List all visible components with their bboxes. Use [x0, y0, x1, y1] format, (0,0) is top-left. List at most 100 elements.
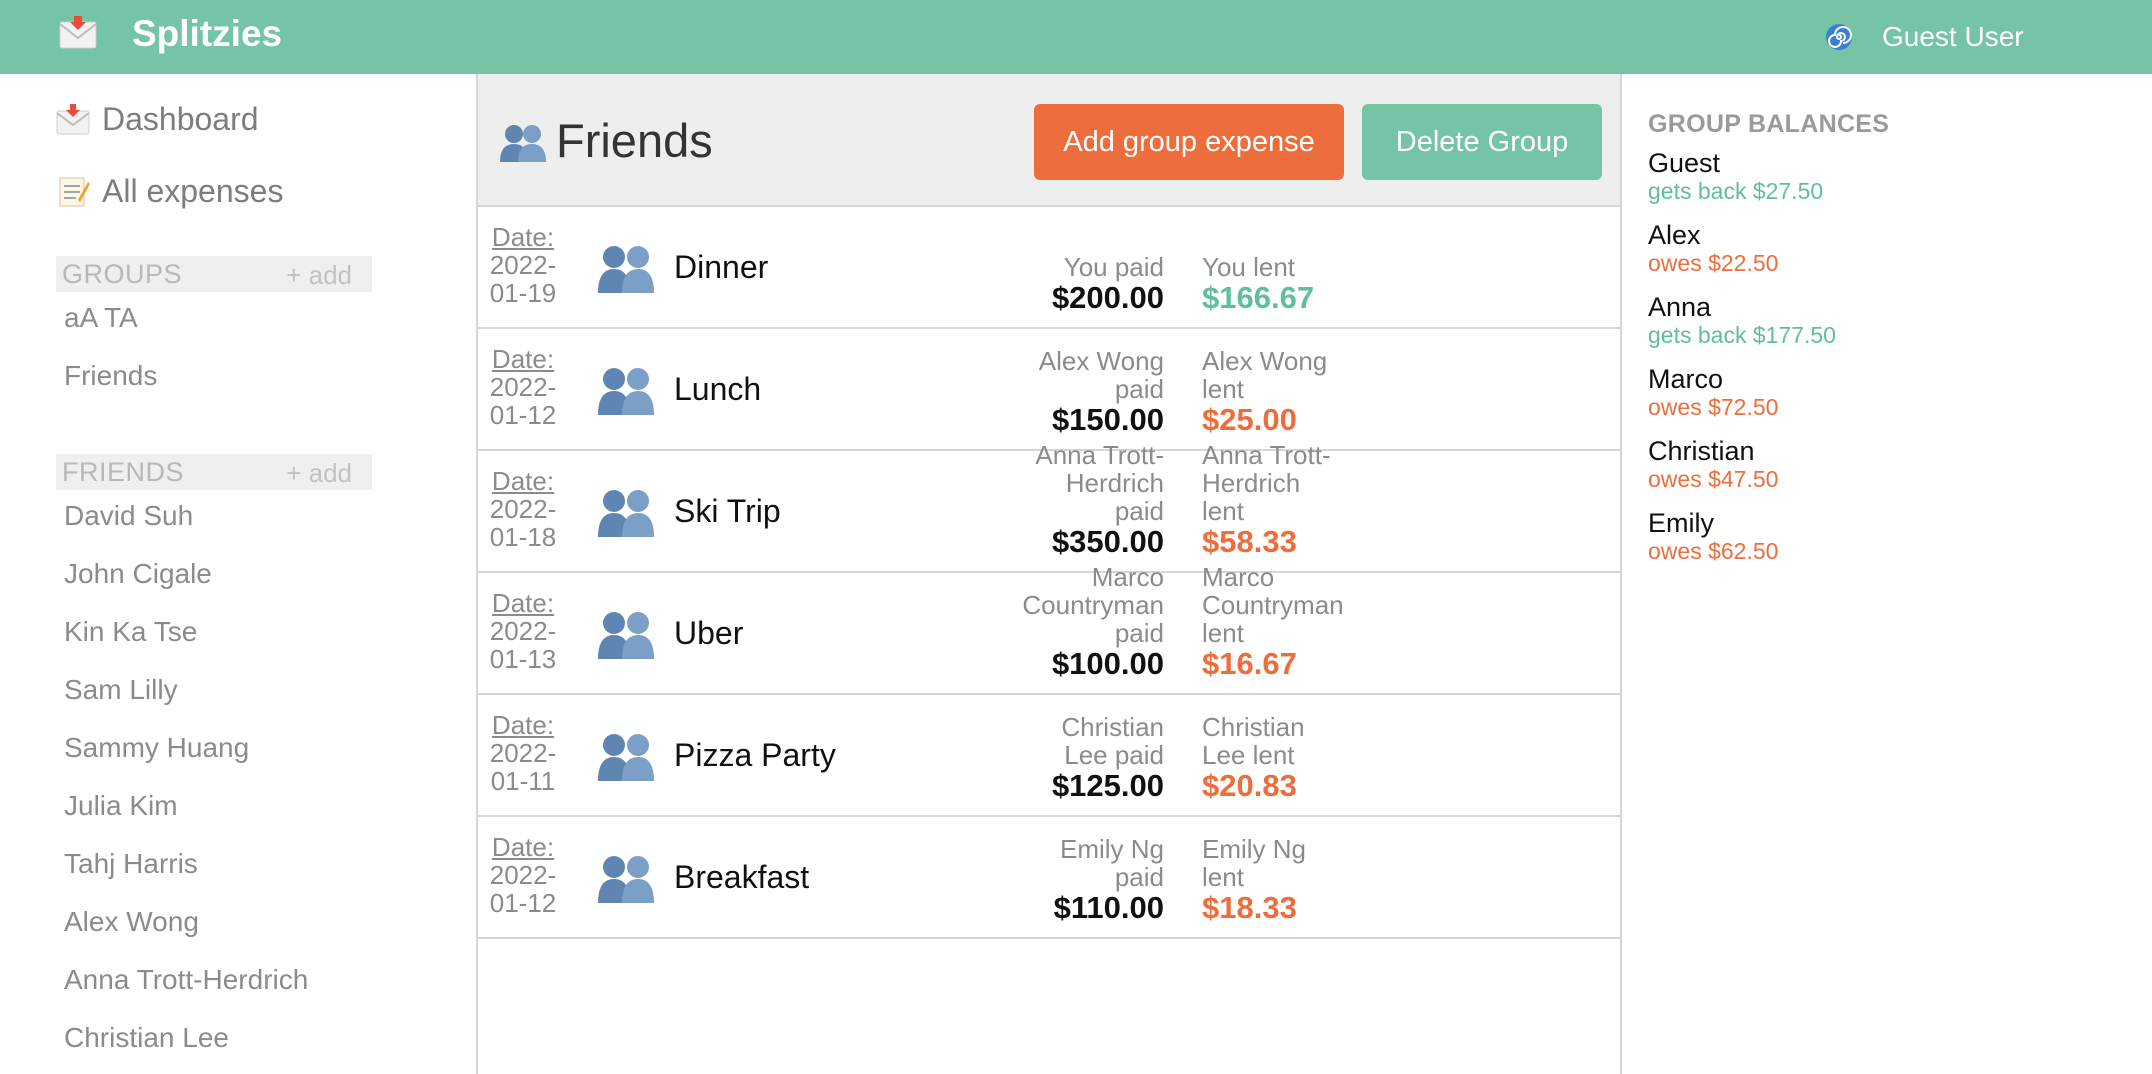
add-friend-button[interactable]: + add [286, 454, 352, 492]
balance-status: owes $72.50 [1648, 394, 1779, 420]
nav-all-expenses-label: All expenses [102, 172, 284, 209]
lent-by-label: Alex Wong [1202, 346, 1328, 376]
add-group-button[interactable]: + add [286, 256, 352, 294]
top-bar: Splitzies Guest User [0, 0, 2152, 74]
group-balances-title: GROUP BALANCES [1648, 110, 1890, 138]
delete-group-button[interactable]: Delete Group [1362, 104, 1602, 180]
sidebar-item-friend[interactable]: Tahj Harris [64, 846, 198, 882]
lent-by-label: Countryman [1202, 590, 1344, 620]
paid-by-label: Marco [1091, 562, 1164, 592]
sidebar-item-friend[interactable]: Sam Lilly [64, 672, 178, 708]
expense-row[interactable]: Date: 2022- 01-11 Pizza Party Christian Lee p… [478, 695, 1620, 817]
lent-by-label: Anna Trott- [1202, 440, 1331, 470]
envelope-icon [56, 104, 90, 135]
paid-by-label: Anna Trott- [1035, 440, 1164, 470]
lent-by-label: lent [1202, 618, 1244, 648]
nav-dashboard[interactable]: Dashboard [56, 94, 259, 144]
lent-by-label: lent [1202, 374, 1244, 404]
sidebar-item-friend[interactable]: David Suh [64, 498, 193, 534]
paid-amount: $100.00 [1051, 646, 1164, 681]
expense-lent: Christian Lee lent $20.83 [1202, 713, 1372, 803]
expense-description: Pizza Party [674, 737, 836, 773]
lent-by-label: Emily Ng [1202, 834, 1307, 864]
balance-item: Emily owes $62.50 [1648, 508, 2128, 564]
page-title: Friends [556, 114, 713, 167]
date-day: 01-18 [489, 522, 557, 552]
expense-row[interactable]: Date: 2022- 01-12 Lunch Alex Wong paid $150.00… [478, 329, 1620, 451]
balance-status: owes $22.50 [1648, 250, 1779, 276]
date-day: 01-12 [489, 888, 557, 918]
date-label: Date: [491, 832, 555, 862]
nav-dashboard-label: Dashboard [102, 100, 259, 137]
date-year: 2022- [489, 738, 557, 768]
balance-status: gets back $27.50 [1648, 178, 1824, 204]
paid-amount: $350.00 [1051, 524, 1164, 559]
sidebar-item-friend[interactable]: Anna Trott-Herdrich [64, 962, 308, 998]
date-day: 01-19 [489, 278, 557, 308]
expense-description: Lunch [674, 371, 762, 407]
expense-paid: Emily Ng paid $110.00 [994, 835, 1164, 925]
right-sidebar: GROUP BALANCES Guest gets back $27.50 Alex… [1622, 74, 2152, 1074]
balance-item: Guest gets back $27.50 [1648, 148, 2128, 204]
lent-by-label: You lent [1202, 252, 1296, 282]
date-label: Date: [491, 466, 555, 496]
lent-amount: $16.67 [1202, 646, 1297, 681]
group-icon [598, 734, 654, 781]
lent-by-label: Lee lent [1202, 740, 1295, 770]
expense-description: Ski Trip [674, 493, 781, 529]
expense-lent: Emily Ng lent $18.33 [1202, 835, 1372, 925]
sidebar-item-friend[interactable]: Alex Wong [64, 904, 199, 940]
expense-lent: Marco Countryman lent $16.67 [1202, 563, 1372, 681]
date-label: Date: [491, 344, 555, 374]
expense-date: Date: 2022- 01-19 [488, 223, 558, 307]
expense-row[interactable]: Date: 2022- 01-19 Dinner You paid $200.00 You … [478, 207, 1620, 329]
balance-status: owes $47.50 [1648, 466, 1779, 492]
user-menu[interactable]: Guest User [1882, 18, 2024, 56]
groups-header: GROUPS + add [56, 256, 372, 292]
expense-row[interactable]: Date: 2022- 01-18 Ski Trip Anna Trott- Herdri… [478, 441, 1620, 573]
nav-all-expenses[interactable]: All expenses [56, 166, 283, 216]
sidebar-item-group[interactable]: aA TA [64, 300, 138, 336]
friends-header: FRIENDS + add [56, 454, 372, 490]
sidebar-item-friend[interactable]: Kin Ka Tse [64, 614, 197, 650]
expense-date: Date: 2022- 01-11 [488, 711, 558, 795]
add-group-expense-button[interactable]: Add group expense [1034, 104, 1344, 180]
paid-by-label: Herdrich [1065, 468, 1164, 498]
sidebar-item-friend[interactable]: Sammy Huang [64, 730, 249, 766]
brand-name[interactable]: Splitzies [132, 10, 282, 58]
sidebar-item-group[interactable]: Friends [64, 358, 157, 394]
expense-description: Uber [674, 615, 744, 651]
expense-date: Date: 2022- 01-12 [488, 345, 558, 429]
paid-by-label: paid [1114, 496, 1164, 526]
expense-row[interactable]: Date: 2022- 01-12 Breakfast Emily Ng paid $110… [478, 817, 1620, 939]
date-label: Date: [491, 588, 555, 618]
group-icon [598, 612, 654, 659]
balance-name: Anna [1648, 292, 1712, 322]
date-label: Date: [491, 222, 555, 252]
envelope-icon [59, 16, 97, 49]
lent-amount: $20.83 [1202, 768, 1297, 803]
main-panel: Friends Add group expense Delete Group D… [476, 74, 1622, 1074]
lent-by-label: lent [1202, 862, 1244, 892]
balance-status: owes $62.50 [1648, 538, 1779, 564]
paid-by-label: paid [1114, 618, 1164, 648]
memo-icon [59, 177, 90, 207]
lent-amount: $58.33 [1202, 524, 1297, 559]
expense-lent: You lent $166.67 [1202, 253, 1372, 315]
expense-description: Breakfast [674, 859, 810, 895]
expense-lent: Alex Wong lent $25.00 [1202, 347, 1372, 437]
sidebar-item-friend[interactable]: Christian Lee [64, 1020, 229, 1056]
paid-by-label: paid [1114, 862, 1164, 892]
lent-amount: $166.67 [1202, 280, 1315, 315]
sidebar-item-friend[interactable]: Julia Kim [64, 788, 178, 824]
expense-paid: Alex Wong paid $150.00 [994, 347, 1164, 437]
paid-by-label: Countryman [1022, 590, 1164, 620]
paid-by-label: You paid [1063, 252, 1164, 282]
expense-row[interactable]: Date: 2022- 01-13 Uber Marco Countryman paid $1… [478, 563, 1620, 695]
group-icon [598, 246, 654, 293]
balance-item: Anna gets back $177.50 [1648, 292, 2128, 348]
sidebar-item-friend[interactable]: John Cigale [64, 556, 212, 592]
group-header: Friends Add group expense Delete Group [478, 74, 1620, 207]
date-label: Date: [491, 710, 555, 740]
date-year: 2022- [489, 250, 557, 280]
